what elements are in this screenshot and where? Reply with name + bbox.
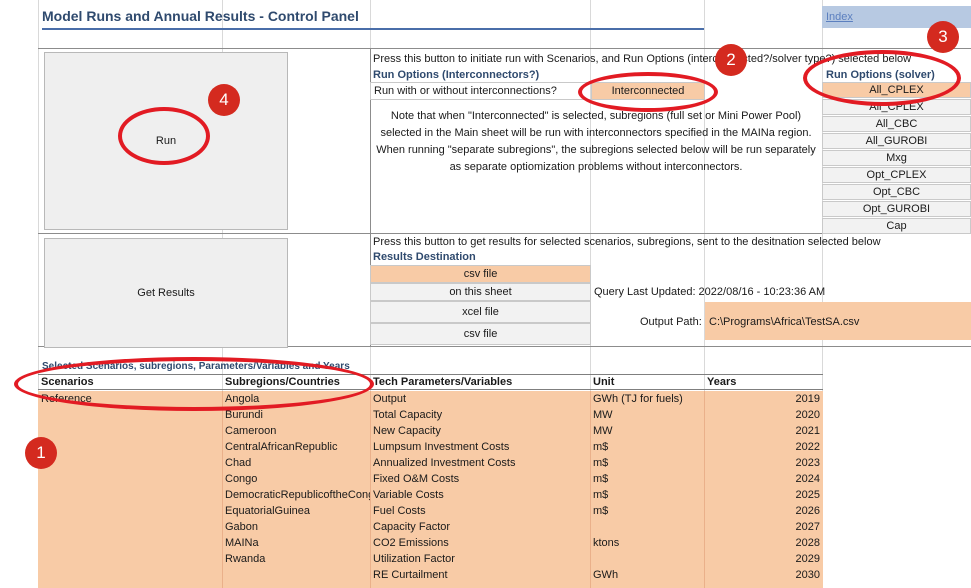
header-unit: Unit bbox=[593, 376, 615, 388]
parameter-cell[interactable]: RE Curtailment bbox=[373, 569, 448, 581]
subregion-cell[interactable]: Burundi bbox=[225, 409, 370, 421]
subregion-cell[interactable]: Congo bbox=[225, 473, 370, 485]
parameter-cell[interactable]: Lumpsum Investment Costs bbox=[373, 441, 509, 453]
parameter-cell[interactable]: Annualized Investment Costs bbox=[373, 457, 515, 469]
solver-option[interactable]: All_CBC bbox=[822, 116, 971, 132]
subregion-cell[interactable]: DemocraticRepublicoftheCongo bbox=[225, 489, 370, 501]
output-path-value: C:\Programs\Africa\TestSA.csv bbox=[709, 316, 860, 328]
subregion-cell[interactable]: EquatorialGuinea bbox=[225, 505, 370, 517]
parameter-cell[interactable]: Fixed O&M Costs bbox=[373, 473, 459, 485]
index-link[interactable]: Index bbox=[826, 11, 853, 23]
highlight-ring-scenarios bbox=[14, 357, 374, 411]
note-line-1: Note that when "Interconnected" is selec… bbox=[390, 110, 802, 122]
year-cell[interactable]: 2019 bbox=[704, 393, 820, 405]
annotation-badge-4: 4 bbox=[208, 84, 240, 116]
highlight-ring-solver bbox=[803, 50, 961, 106]
note-line-3: When running "separate subregions", the … bbox=[376, 144, 816, 156]
interconnect-question: Run with or without interconnections? bbox=[370, 82, 592, 100]
year-cell[interactable]: 2024 bbox=[704, 473, 820, 485]
header-years: Years bbox=[707, 376, 737, 388]
unit-cell: m$ bbox=[593, 505, 609, 517]
year-cell[interactable]: 2025 bbox=[704, 489, 820, 501]
interconnect-note: Note that when "Interconnected" is selec… bbox=[372, 108, 820, 176]
year-cell[interactable]: 2026 bbox=[704, 505, 820, 517]
solver-option[interactable]: Mxg bbox=[822, 150, 971, 166]
year-cell[interactable]: 2023 bbox=[704, 457, 820, 469]
col-sep bbox=[222, 391, 223, 588]
parameter-cell[interactable]: Total Capacity bbox=[373, 409, 442, 421]
solver-option[interactable]: Opt_GUROBI bbox=[822, 201, 971, 217]
unit-cell: MW bbox=[593, 425, 613, 437]
annotation-badge-1: 1 bbox=[25, 437, 57, 469]
highlight-ring-interconnect bbox=[578, 72, 718, 112]
unit-cell: m$ bbox=[593, 457, 609, 469]
col-sep bbox=[370, 391, 371, 588]
subregion-cell[interactable]: CentralAfricanRepublic bbox=[225, 441, 370, 453]
page-title: Model Runs and Annual Results - Control … bbox=[42, 8, 359, 24]
unit-cell: m$ bbox=[593, 441, 609, 453]
year-cell[interactable]: 2028 bbox=[704, 537, 820, 549]
unit-cell: MW bbox=[593, 409, 613, 421]
subregion-cell[interactable]: Cameroon bbox=[225, 425, 370, 437]
solver-option[interactable]: Cap bbox=[822, 218, 971, 234]
run-section-divider bbox=[370, 48, 371, 234]
run-options-header: Run Options (Interconnectors?) bbox=[373, 69, 540, 81]
output-path-label: Output Path: bbox=[640, 316, 702, 328]
parameter-cell[interactable]: Fuel Costs bbox=[373, 505, 426, 517]
title-underline bbox=[42, 28, 704, 30]
unit-cell: m$ bbox=[593, 473, 609, 485]
solver-option[interactable]: Opt_CBC bbox=[822, 184, 971, 200]
parameter-cell[interactable]: Utilization Factor bbox=[373, 553, 455, 565]
header-parameters: Tech Parameters/Variables bbox=[373, 376, 513, 388]
col-sep bbox=[590, 391, 591, 588]
destination-option[interactable]: xcel file bbox=[370, 301, 591, 323]
results-instruction: Press this button to get results for sel… bbox=[373, 236, 881, 248]
destination-option[interactable]: csv file bbox=[370, 323, 591, 345]
annotation-badge-3: 3 bbox=[927, 21, 959, 53]
subregion-cell[interactable]: MAINa bbox=[225, 537, 370, 549]
destination-option[interactable]: csv file bbox=[370, 265, 591, 283]
solver-option[interactable]: All_GUROBI bbox=[822, 133, 971, 149]
results-destination-header: Results Destination bbox=[373, 251, 476, 263]
parameter-cell[interactable]: Output bbox=[373, 393, 406, 405]
parameter-cell[interactable]: New Capacity bbox=[373, 425, 441, 437]
year-cell[interactable]: 2029 bbox=[704, 553, 820, 565]
get-results-button[interactable]: Get Results bbox=[44, 238, 288, 348]
parameter-cell[interactable]: Variable Costs bbox=[373, 489, 444, 501]
subregion-cell[interactable]: Chad bbox=[225, 457, 370, 469]
year-cell[interactable]: 2020 bbox=[704, 409, 820, 421]
parameter-cell[interactable]: Capacity Factor bbox=[373, 521, 450, 533]
annotation-badge-2: 2 bbox=[715, 44, 747, 76]
year-cell[interactable]: 2030 bbox=[704, 569, 820, 581]
query-updated: Query Last Updated: 2022/08/16 - 10:23:3… bbox=[594, 286, 826, 298]
subregion-cell[interactable]: Rwanda bbox=[225, 553, 370, 565]
note-line-2: selected in the Main sheet will be run w… bbox=[380, 127, 812, 139]
year-cell[interactable]: 2021 bbox=[704, 425, 820, 437]
highlight-ring-run bbox=[118, 107, 210, 165]
unit-cell: GWh bbox=[593, 569, 619, 581]
unit-cell: m$ bbox=[593, 489, 609, 501]
solver-option[interactable]: Opt_CPLEX bbox=[822, 167, 971, 183]
year-cell[interactable]: 2027 bbox=[704, 521, 820, 533]
destination-option[interactable]: on this sheet bbox=[370, 283, 591, 301]
parameter-cell[interactable]: CO2 Emissions bbox=[373, 537, 449, 549]
subregion-cell[interactable]: Gabon bbox=[225, 521, 370, 533]
unit-cell: ktons bbox=[593, 537, 620, 549]
year-cell[interactable]: 2022 bbox=[704, 441, 820, 453]
unit-cell: GWh (TJ for fuels) bbox=[593, 393, 683, 405]
note-line-4: as separate optiomization problems witho… bbox=[449, 161, 743, 173]
